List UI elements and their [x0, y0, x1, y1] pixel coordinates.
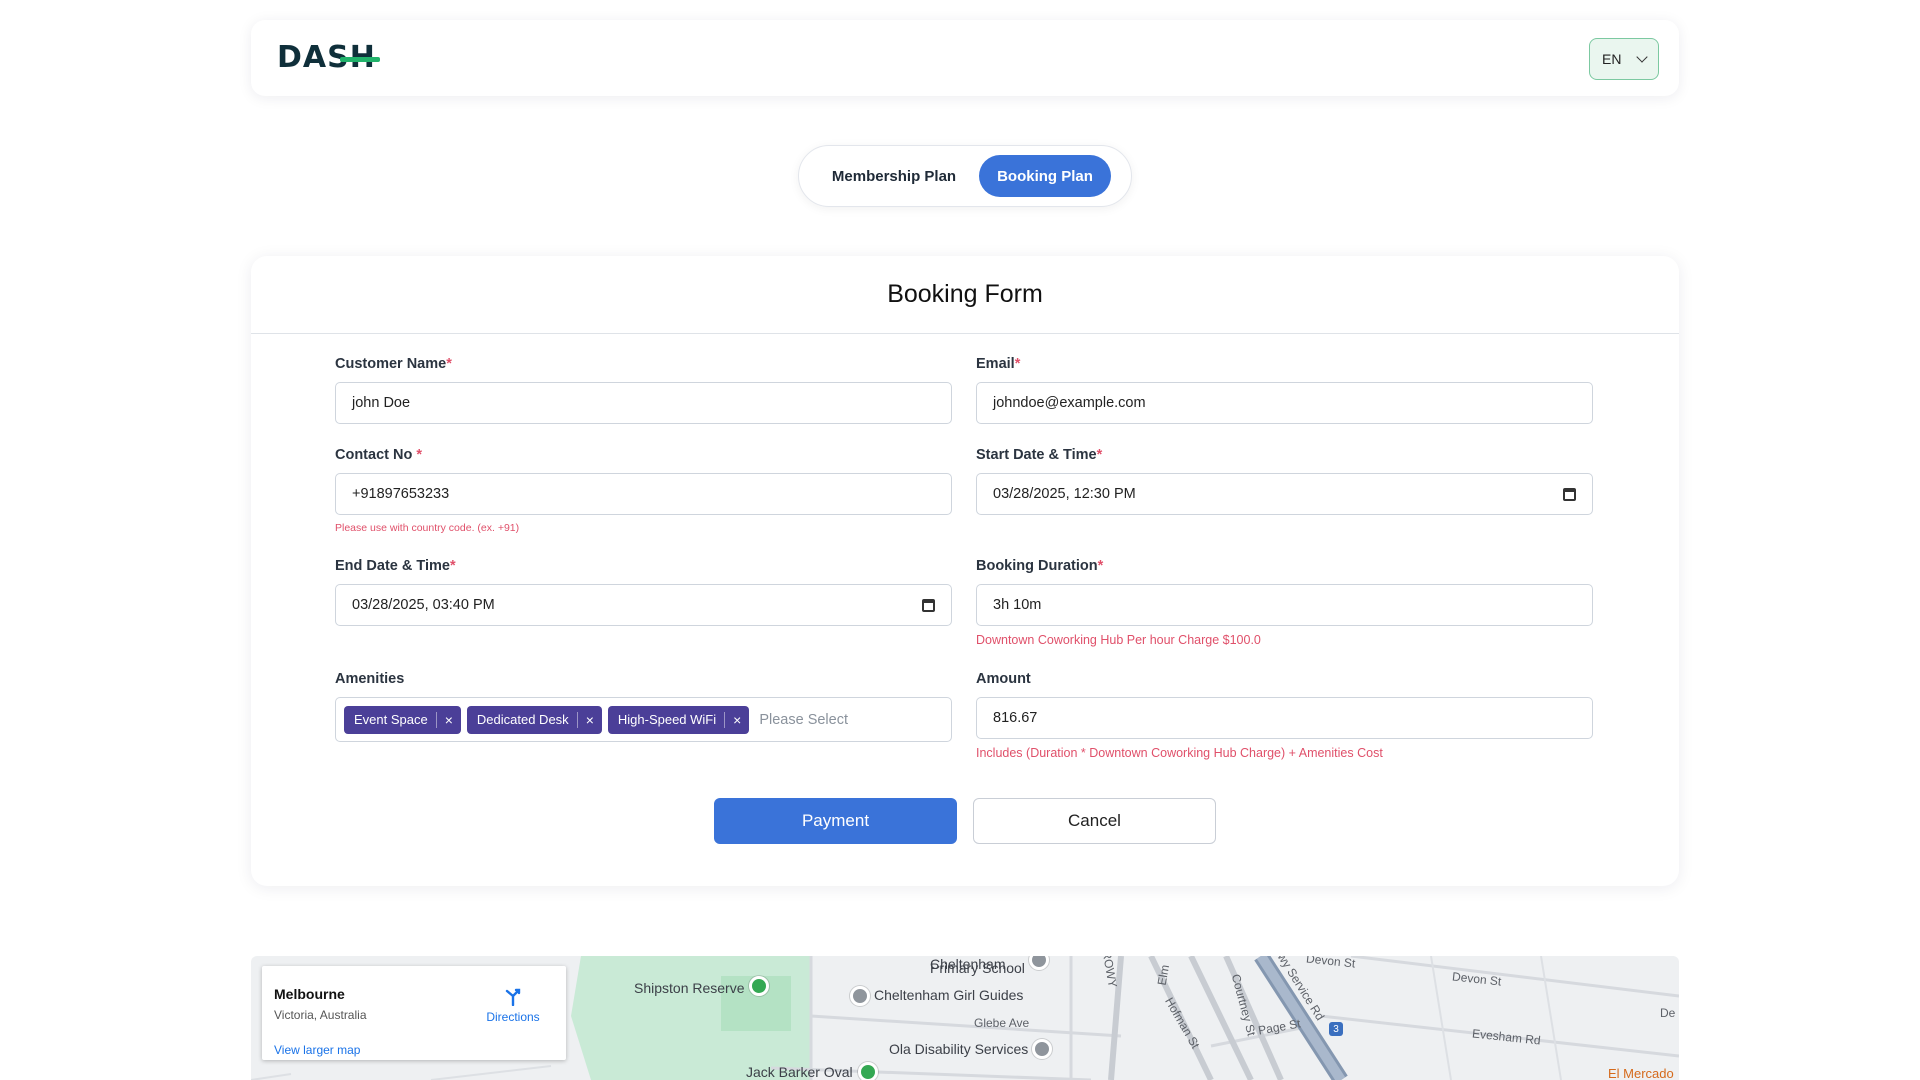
plan-toggle: Membership Plan Booking Plan — [798, 145, 1132, 207]
map-label-primary-school: Primary School — [930, 960, 1025, 976]
email-group: Email* johndoe@example.com — [976, 356, 1593, 424]
booking-duration-label: Booking Duration* — [976, 558, 1104, 574]
amenity-tag: High-Speed WiFi × — [607, 705, 750, 734]
place-title: Melbourne — [274, 986, 345, 1002]
map-pin-icon[interactable] — [1032, 1039, 1052, 1059]
logo-accent-bar — [339, 56, 380, 62]
end-datetime-input[interactable]: 03/28/2025, 03:40 PM — [335, 584, 952, 626]
start-datetime-input[interactable]: 03/28/2025, 12:30 PM — [976, 473, 1593, 515]
directions-label: Directions — [486, 1010, 540, 1024]
cancel-button[interactable]: Cancel — [973, 798, 1216, 844]
park-pin-icon[interactable] — [858, 1062, 878, 1080]
amount-input[interactable]: 816.67 — [976, 697, 1593, 739]
form-title: Booking Form — [251, 256, 1679, 334]
contact-input[interactable]: +91897653233 — [335, 473, 952, 515]
contact-hint: Please use with country code. (ex. +91) — [335, 522, 520, 534]
map-street-glebe: Glebe Ave — [974, 1016, 1030, 1030]
amount-hint: Includes (Duration * Downtown Coworking … — [976, 746, 1383, 760]
end-datetime-group: End Date & Time* 03/28/2025, 03:40 PM — [335, 558, 952, 626]
required-mark: * — [449, 558, 456, 574]
top-header: DASH EN — [251, 20, 1679, 96]
amenities-label: Amenities — [335, 671, 405, 687]
start-datetime-label: Start Date & Time* — [976, 447, 1103, 463]
booking-duration-input[interactable]: 3h 10m — [976, 584, 1593, 626]
calendar-icon[interactable] — [1563, 487, 1576, 501]
booking-duration-hint: Downtown Coworking Hub Per hour Charge $… — [976, 633, 1261, 647]
amenities-multiselect[interactable]: Event Space × Dedicated Desk × High-Spee… — [335, 697, 952, 742]
amenity-tag: Dedicated Desk × — [466, 705, 602, 734]
dash-logo[interactable]: DASH — [277, 43, 380, 73]
email-input[interactable]: johndoe@example.com — [976, 382, 1593, 424]
payment-button[interactable]: Payment — [714, 798, 957, 844]
calendar-icon[interactable] — [922, 598, 935, 612]
required-mark: * — [446, 356, 452, 372]
map-label-jack-barker: Jack Barker Oval — [746, 1064, 853, 1080]
end-datetime-label: End Date & Time* — [335, 558, 456, 574]
map-label-shipston: Shipston Reserve — [634, 980, 745, 996]
start-datetime-group: Start Date & Time* 03/28/2025, 12:30 PM — [976, 447, 1593, 515]
booking-duration-group: Booking Duration* 3h 10m Downtown Cowork… — [976, 558, 1593, 647]
required-mark: * — [1014, 356, 1021, 372]
place-subtitle: Victoria, Australia — [274, 1008, 367, 1022]
customer-name-group: Customer Name* john Doe — [335, 356, 952, 424]
remove-tag-icon[interactable]: × — [724, 711, 749, 728]
required-mark: * — [1097, 558, 1104, 574]
contact-group: Contact No * +91897653233 Please use wit… — [335, 447, 952, 534]
amount-group: Amount 816.67 Includes (Duration * Downt… — [976, 671, 1593, 760]
customer-name-label: Customer Name* — [335, 356, 452, 372]
language-value: EN — [1602, 51, 1622, 67]
chevron-down-icon — [1636, 51, 1648, 63]
park-pin-icon[interactable] — [749, 976, 769, 996]
map-label-el-mercado: El Mercado — [1608, 1066, 1674, 1080]
amenity-tag: Event Space × — [344, 705, 461, 734]
directions-icon — [504, 988, 522, 1006]
required-mark: * — [1096, 447, 1103, 463]
email-label: Email* — [976, 356, 1021, 372]
membership-plan-tab[interactable]: Membership Plan — [809, 155, 979, 197]
map-label-ola: Ola Disability Services — [889, 1041, 1029, 1057]
language-select[interactable]: EN — [1589, 38, 1659, 80]
contact-label: Contact No * — [335, 447, 423, 463]
amount-label: Amount — [976, 671, 1031, 687]
view-larger-map-link[interactable]: View larger map — [274, 1043, 360, 1057]
amenities-placeholder[interactable]: Please Select — [759, 712, 848, 728]
booking-plan-tab[interactable]: Booking Plan — [979, 155, 1111, 197]
remove-tag-icon[interactable]: × — [576, 711, 602, 728]
booking-form-card: Booking Form Customer Name* john Doe Ema… — [251, 256, 1679, 886]
required-mark: * — [416, 447, 423, 463]
highway-badge: 3 — [1329, 1022, 1343, 1036]
map-street-de: De — [1660, 1006, 1676, 1020]
remove-tag-icon[interactable]: × — [435, 711, 461, 728]
map-place-card: Melbourne Victoria, Australia View large… — [262, 966, 566, 1060]
map-pin-icon[interactable] — [850, 986, 870, 1006]
amenities-group: Amenities Event Space × Dedicated Desk ×… — [335, 671, 952, 742]
map-label-girl-guides: Cheltenham Girl Guides — [874, 987, 1024, 1003]
customer-name-input[interactable]: john Doe — [335, 382, 952, 424]
map-embed[interactable]: Cheltenham Primary School Shipston Reser… — [251, 956, 1679, 1080]
directions-button[interactable]: Directions — [478, 988, 548, 1024]
